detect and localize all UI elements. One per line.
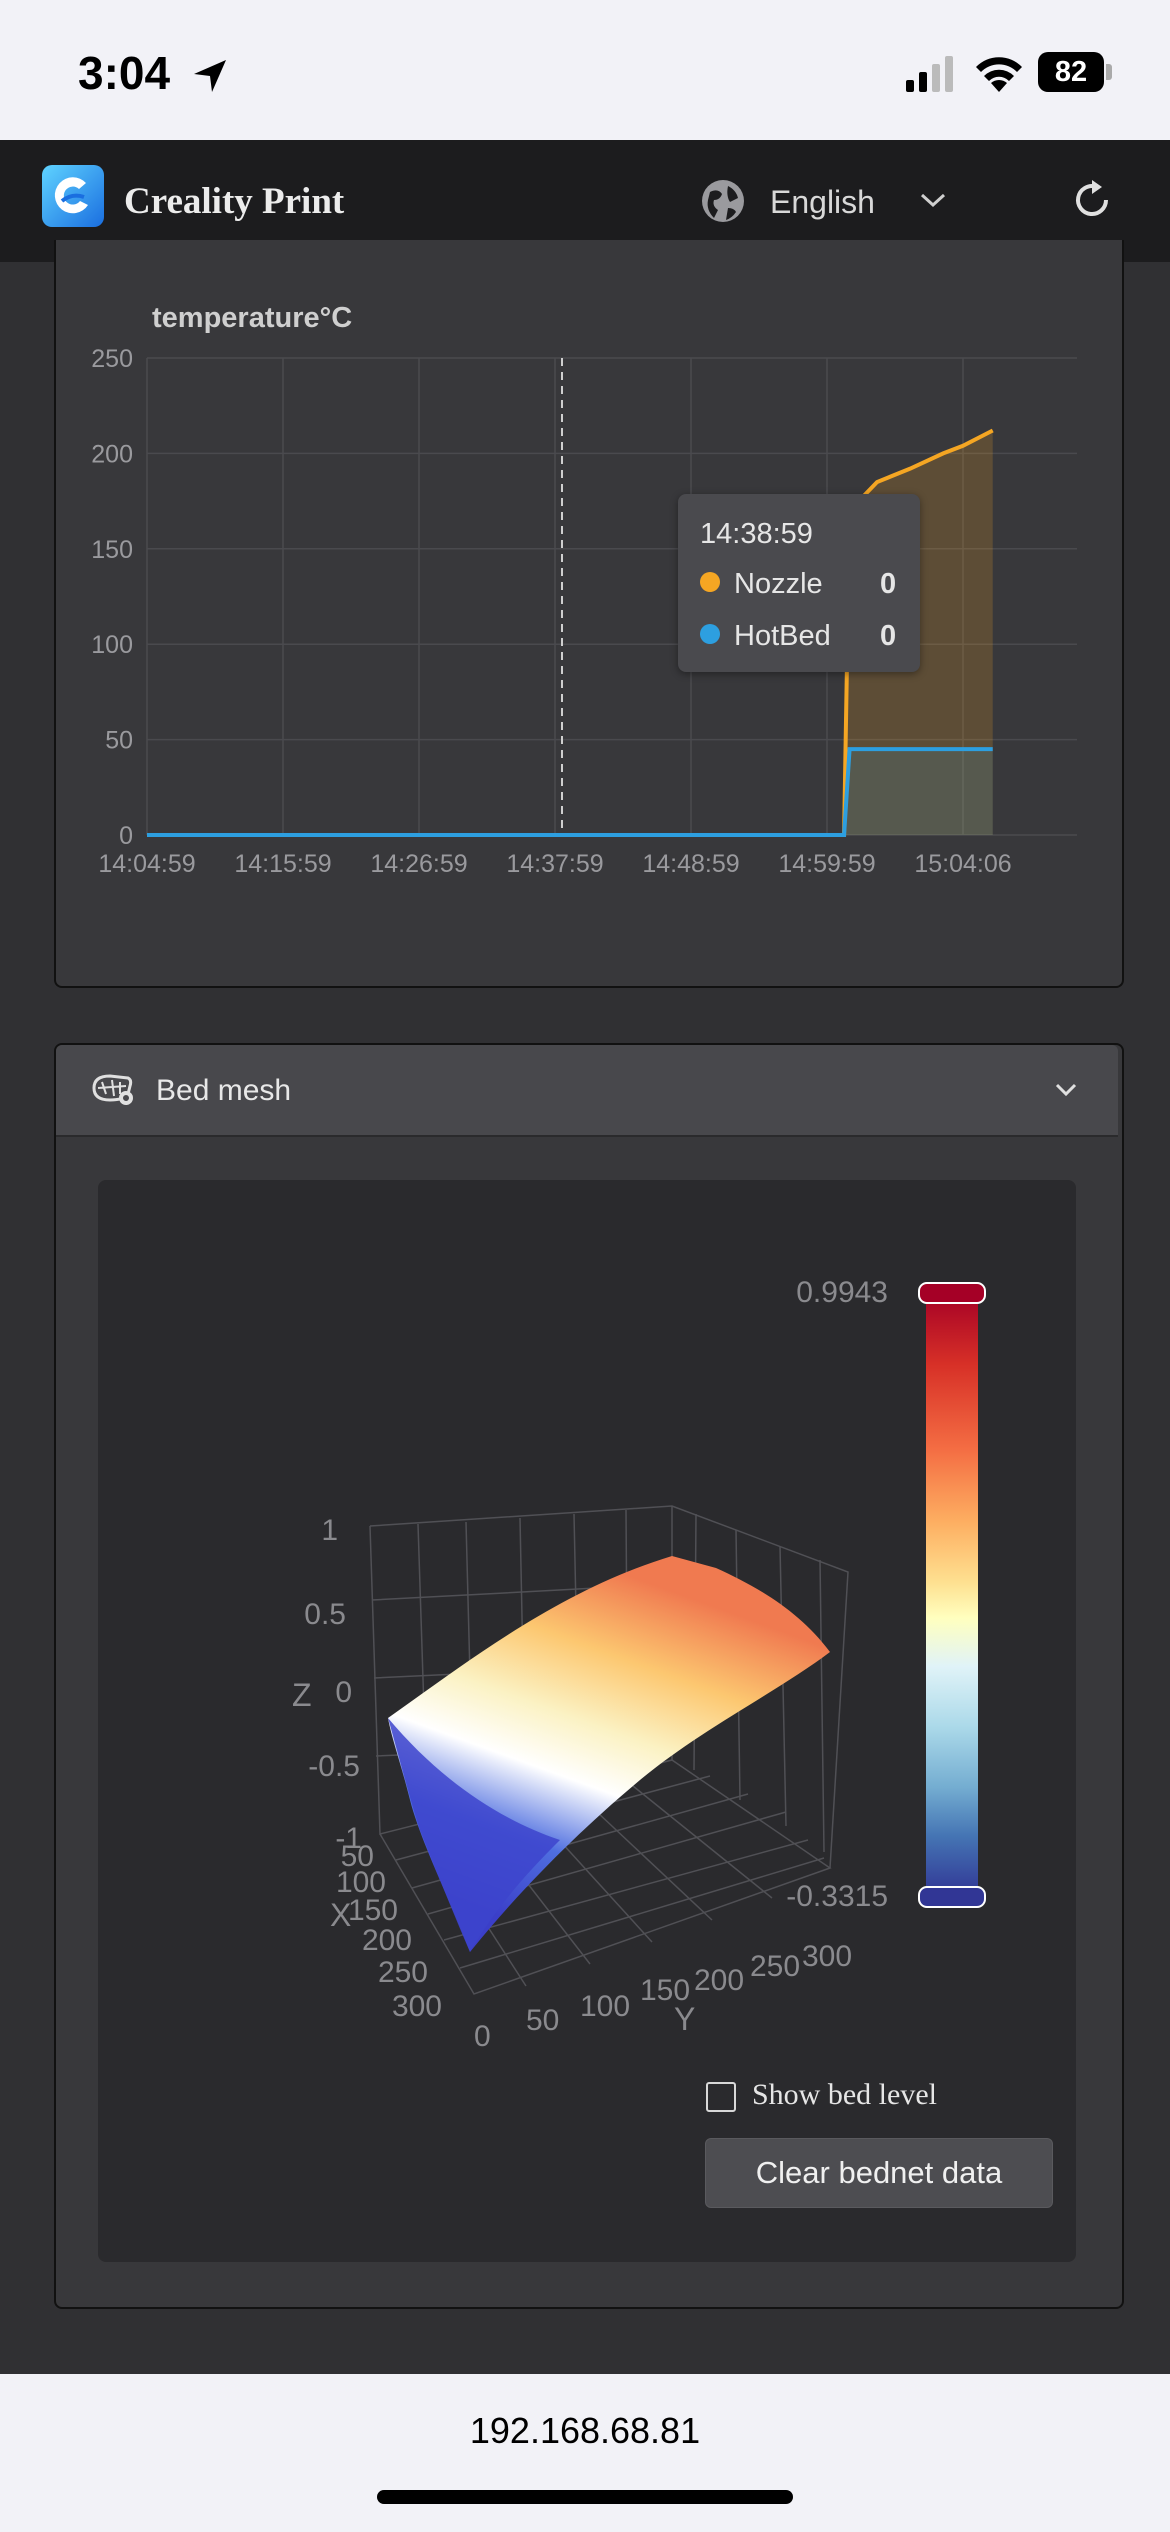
tooltip-time: 14:38:59 xyxy=(700,518,813,550)
colorbar-min-handle[interactable] xyxy=(918,1886,986,1908)
tooltip-hotbed-value: 0 xyxy=(880,620,897,652)
colorbar-max-handle[interactable] xyxy=(918,1282,986,1304)
x-tick-label: 14:26:59 xyxy=(370,850,467,878)
x-tick-150: 150 xyxy=(348,1894,398,1927)
battery-icon: 82 xyxy=(1038,52,1104,92)
x-tick-250: 250 xyxy=(378,1956,428,1989)
tooltip-nozzle-value: 0 xyxy=(880,568,897,600)
x-tick-label: 14:48:59 xyxy=(642,850,739,878)
z-axis-label: Z xyxy=(292,1677,312,1713)
x-tick-label: 15:04:06 xyxy=(914,850,1011,878)
y-tick-100: 100 xyxy=(580,1990,630,2023)
y-tick-label: 50 xyxy=(105,727,133,755)
y-tick-300: 300 xyxy=(802,1940,852,1973)
x-tick-300: 300 xyxy=(392,1990,442,2023)
app-title: Creality Print xyxy=(124,181,345,222)
y-tick-label: 150 xyxy=(91,536,133,564)
clear-bednet-data-button[interactable]: Clear bednet data xyxy=(705,2138,1053,2208)
chart-title: temperature°C xyxy=(152,302,353,334)
bed-mesh-icon xyxy=(92,1074,133,1105)
x-tick-200: 200 xyxy=(362,1924,412,1957)
status-time: 3:04 xyxy=(78,47,171,99)
x-tick-label: 14:04:59 xyxy=(98,850,195,878)
chevron-down-icon[interactable] xyxy=(918,190,948,210)
wifi-icon xyxy=(976,57,1022,92)
y-tick-label: 0 xyxy=(119,822,133,850)
hotbed-legend-dot xyxy=(700,624,720,644)
globe-icon[interactable] xyxy=(700,178,746,224)
chart-tooltip: 14:38:59 Nozzle 0 HotBed 0 xyxy=(678,494,920,672)
y-tick-0: 0 xyxy=(474,2020,491,2053)
z-tick-0: 0 xyxy=(335,1676,352,1709)
y-tick-200: 200 xyxy=(694,1964,744,1997)
battery-cap xyxy=(1106,64,1112,80)
y-tick-50: 50 xyxy=(526,2004,559,2037)
location-arrow-icon xyxy=(194,60,226,92)
series-area-hotbed xyxy=(147,749,993,835)
refresh-icon[interactable] xyxy=(1070,178,1114,222)
z-axis-ticks: 1 0.5 0 -0.5 -1 xyxy=(304,1514,362,1855)
y-tick-label: 250 xyxy=(91,345,133,373)
y-axis-label: Y xyxy=(674,2001,695,2037)
z-tick-neg0.5: -0.5 xyxy=(308,1750,360,1783)
show-bed-level-checkbox[interactable] xyxy=(706,2082,736,2112)
nozzle-legend-dot xyxy=(700,572,720,592)
z-tick-0.5: 0.5 xyxy=(304,1598,346,1631)
colorbar xyxy=(926,1292,978,1896)
browser-bottom-bar xyxy=(0,2374,1170,2532)
home-indicator xyxy=(377,2490,793,2504)
y-axis-ticks: 0 50 100 150 200 250 300 xyxy=(474,1940,852,2053)
x-tick-label: 14:37:59 xyxy=(506,850,603,878)
temperature-chart[interactable]: 0 50 100 150 200 250 14:04:59 14:15:59 14:26:59 1… xyxy=(80,340,1090,900)
x-tick-label: 14:15:59 xyxy=(234,850,331,878)
tooltip-hotbed-label: HotBed xyxy=(734,620,831,652)
colorbar-min-label: -0.3315 xyxy=(786,1880,888,1913)
y-tick-label: 100 xyxy=(91,631,133,659)
y-tick-label: 200 xyxy=(91,440,133,468)
language-selector[interactable]: English xyxy=(770,184,875,221)
creality-logo-icon xyxy=(42,165,104,227)
url-display[interactable]: 192.168.68.81 xyxy=(0,2410,1170,2452)
x-axis-label: X xyxy=(330,1897,351,1933)
bed-mesh-title: Bed mesh xyxy=(156,1074,292,1107)
battery-level: 82 xyxy=(1054,55,1088,88)
tooltip-nozzle-label: Nozzle xyxy=(734,568,823,600)
colorbar-max-label: 0.9943 xyxy=(796,1276,888,1309)
chevron-down-icon[interactable] xyxy=(1054,1082,1078,1098)
show-bed-level-label: Show bed level xyxy=(752,2078,937,2111)
cellular-signal-icon xyxy=(906,56,953,92)
bed-mesh-3d-plot[interactable]: 1 0.5 0 -0.5 -1 Z 50 100 150 200 250 300… xyxy=(270,1480,870,2080)
x-axis-ticks: 50 100 150 200 250 300 xyxy=(336,1840,442,2023)
y-tick-250: 250 xyxy=(750,1950,800,1983)
z-tick-1: 1 xyxy=(321,1514,338,1547)
x-tick-label: 14:59:59 xyxy=(778,850,875,878)
